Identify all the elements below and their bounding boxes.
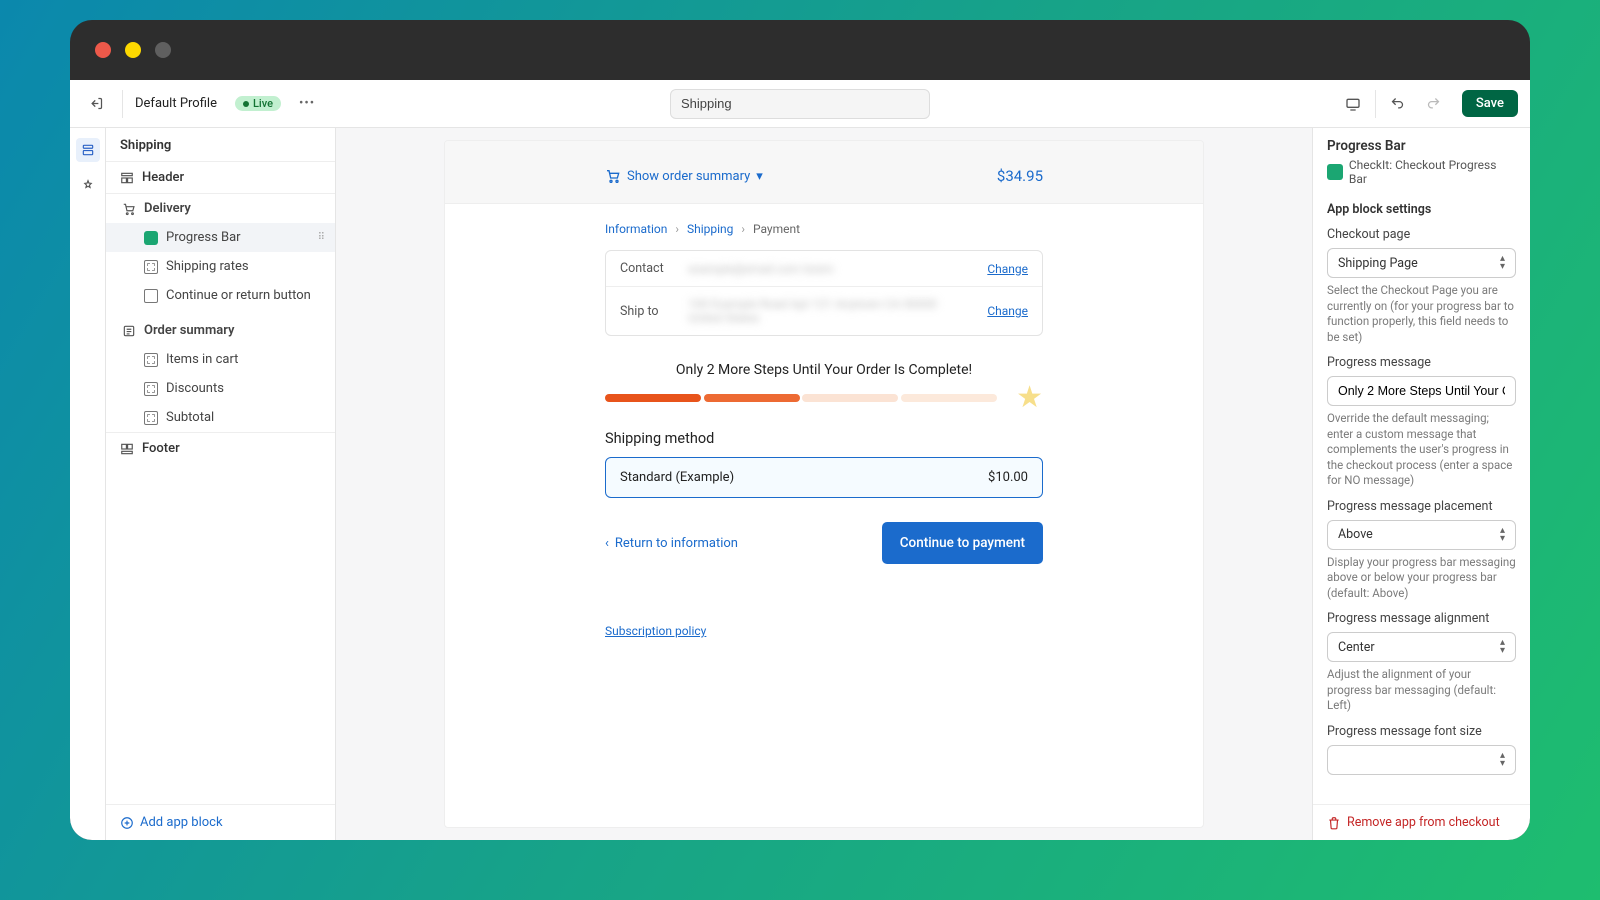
block-settings-panel: Progress Bar CheckIt: Checkout Progress … [1312, 128, 1530, 840]
placeholder-icon [144, 353, 158, 367]
cart-icon [605, 168, 621, 184]
progress-message: Only 2 More Steps Until Your Order Is Co… [605, 362, 1043, 378]
progress-bar-block-row[interactable]: Progress Bar [106, 223, 335, 252]
minimize-window-dot[interactable] [125, 42, 141, 58]
footer-section-row[interactable]: Footer [106, 432, 335, 464]
undo-button[interactable] [1384, 90, 1412, 118]
shipping-option-standard[interactable]: Standard (Example) $10.00 [605, 457, 1043, 498]
add-app-block-button[interactable]: Add app block [120, 815, 321, 830]
shipto-value: 100 Example Road Apt 121 Anytown CA 0000… [688, 297, 973, 325]
continue-to-payment-button[interactable]: Continue to payment [882, 522, 1043, 564]
placement-label: Progress message placement [1327, 499, 1516, 514]
profile-name[interactable]: Default Profile [135, 96, 217, 111]
progress-segment-4 [901, 394, 997, 402]
placeholder-icon [144, 260, 158, 274]
page-selector-input[interactable] [670, 89, 930, 119]
settings-title: Progress Bar [1327, 138, 1516, 154]
continue-return-row[interactable]: Continue or return button [106, 281, 335, 310]
progress-segment-1 [605, 394, 701, 402]
change-shipto-link[interactable]: Change [987, 304, 1028, 318]
contact-value: example@email.com lorem [688, 262, 973, 276]
progress-message-label: Progress message [1327, 355, 1516, 370]
preview-area: Show order summary ▾ $34.95 Information … [336, 128, 1312, 840]
alignment-label: Progress message alignment [1327, 611, 1516, 626]
sections-panel: Shipping Header Delivery Progress Bar Sh… [106, 128, 336, 840]
layout-icon [120, 442, 134, 456]
return-to-information-link[interactable]: ‹ Return to information [605, 536, 738, 551]
discounts-row[interactable]: Discounts [106, 374, 335, 403]
order-summary-group-row[interactable]: Order summary [106, 316, 335, 345]
chevron-left-icon: ‹ [605, 536, 609, 551]
button-icon [144, 289, 158, 303]
chevron-right-icon: › [675, 222, 679, 236]
remove-app-button[interactable]: Remove app from checkout [1327, 815, 1516, 830]
shipping-rates-row[interactable]: Shipping rates [106, 252, 335, 281]
contact-label: Contact [620, 261, 674, 276]
editor-topbar: Default Profile Live ••• Save [70, 80, 1530, 128]
select-caret-icon: ▴▾ [1500, 752, 1505, 768]
exit-editor-button[interactable] [82, 90, 110, 118]
save-button[interactable]: Save [1462, 90, 1518, 117]
select-caret-icon: ▴▾ [1500, 255, 1505, 271]
checkout-preview: Show order summary ▾ $34.95 Information … [444, 140, 1204, 828]
maximize-window-dot[interactable] [155, 42, 171, 58]
appearance-rail-button[interactable] [76, 174, 100, 198]
device-preview-button[interactable] [1339, 90, 1367, 118]
checkout-page-select[interactable]: Shipping Page ▴▾ [1327, 248, 1516, 278]
window-titlebar [70, 20, 1530, 80]
select-caret-icon: ▴▾ [1500, 527, 1505, 543]
subscription-policy-link[interactable]: Subscription policy [605, 624, 706, 658]
progress-segment-2 [704, 394, 800, 402]
chevron-down-icon: ▾ [756, 169, 763, 184]
plus-circle-icon [120, 816, 134, 830]
sections-rail-button[interactable] [76, 138, 100, 162]
checkout-breadcrumb: Information › Shipping › Payment [605, 222, 1043, 236]
crumb-shipping[interactable]: Shipping [687, 222, 733, 236]
header-section-row[interactable]: Header [106, 161, 335, 194]
shipping-method-heading: Shipping method [605, 430, 1043, 447]
order-total: $34.95 [997, 167, 1043, 185]
checkout-page-help: Select the Checkout Page you are current… [1327, 283, 1516, 345]
crumb-information[interactable]: Information [605, 222, 667, 236]
app-block-settings-heading: App block settings [1327, 202, 1516, 217]
fontsize-label: Progress message font size [1327, 724, 1516, 739]
select-caret-icon: ▴▾ [1500, 639, 1505, 655]
editor-rail [70, 128, 106, 840]
placeholder-icon [144, 382, 158, 396]
placeholder-icon [144, 411, 158, 425]
placement-select[interactable]: Above ▴▾ [1327, 520, 1516, 550]
header-section-label: Header [142, 170, 184, 185]
app-icon [1327, 164, 1343, 180]
checkout-page-label: Checkout page [1327, 227, 1516, 242]
crumb-payment: Payment [753, 222, 800, 236]
cart-icon [122, 202, 136, 216]
trash-icon [1327, 816, 1341, 830]
placement-help: Display your progress bar messaging abov… [1327, 555, 1516, 602]
chevron-right-icon: › [741, 222, 745, 236]
app-block-icon [144, 231, 158, 245]
list-icon [122, 324, 136, 338]
progress-message-input[interactable] [1327, 376, 1516, 406]
app-attribution: CheckIt: Checkout Progress Bar [1327, 158, 1516, 186]
redo-button[interactable] [1420, 90, 1448, 118]
close-window-dot[interactable] [95, 42, 111, 58]
progress-segment-3 [802, 394, 898, 402]
fontsize-select[interactable]: ▴▾ [1327, 745, 1516, 775]
progress-message-help: Override the default messaging; enter a … [1327, 411, 1516, 489]
alignment-select[interactable]: Center ▴▾ [1327, 632, 1516, 662]
more-actions-button[interactable]: ••• [293, 92, 321, 115]
delivery-group-row[interactable]: Delivery [106, 194, 335, 223]
live-status-badge: Live [235, 96, 281, 111]
review-box: Contact example@email.com lorem Change S… [605, 250, 1043, 336]
star-icon: ★ [1016, 380, 1043, 415]
layout-icon [120, 171, 134, 185]
show-order-summary-toggle[interactable]: Show order summary ▾ [605, 168, 763, 184]
items-in-cart-row[interactable]: Items in cart [106, 345, 335, 374]
panel-title: Shipping [106, 128, 335, 161]
progress-bar: ★ [605, 390, 1043, 404]
shipto-label: Ship to [620, 304, 674, 319]
change-contact-link[interactable]: Change [987, 262, 1028, 276]
alignment-help: Adjust the alignment of your progress ba… [1327, 667, 1516, 714]
subtotal-row[interactable]: Subtotal [106, 403, 335, 432]
